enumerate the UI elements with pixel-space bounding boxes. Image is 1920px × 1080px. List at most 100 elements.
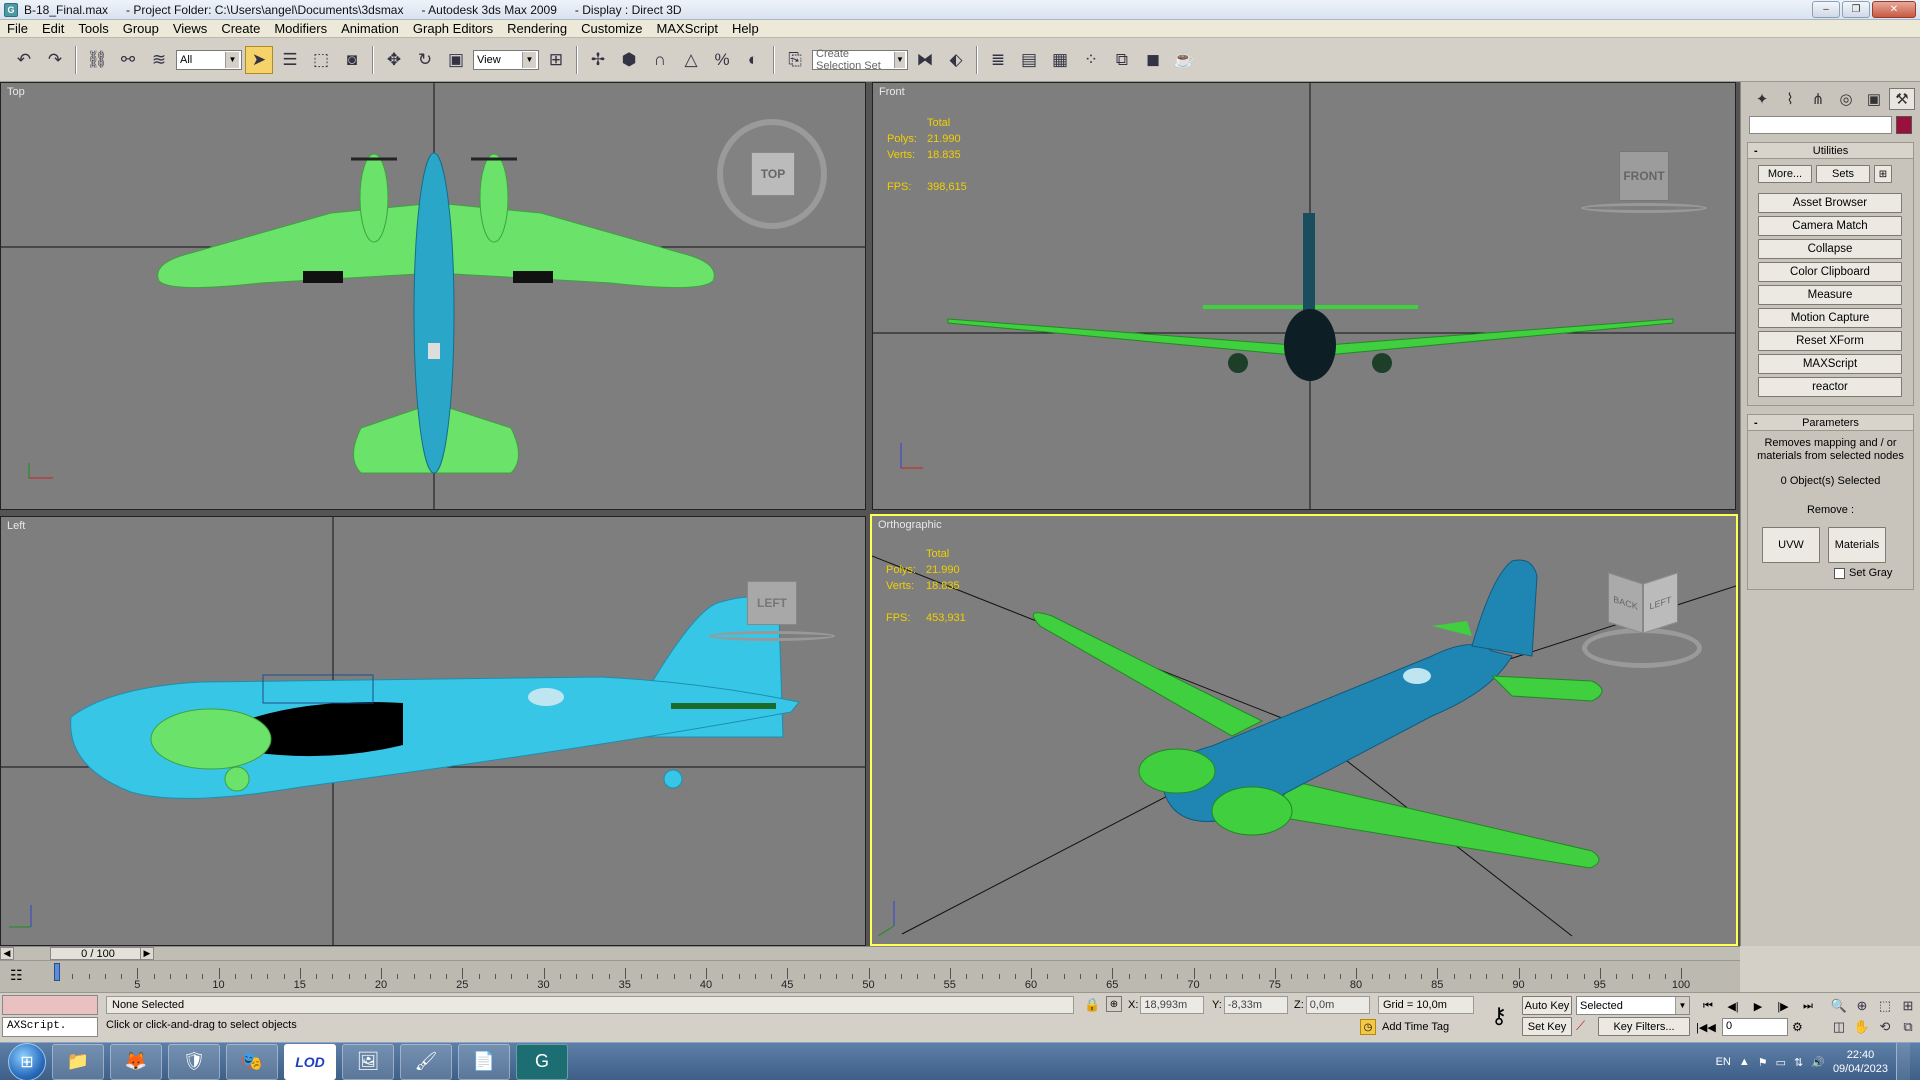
language-indicator[interactable]: EN <box>1716 1056 1731 1068</box>
select-manipulate-icon[interactable]: ✢ <box>584 46 612 74</box>
key-mode-toggle-icon[interactable]: |◀◀ <box>1696 1021 1718 1034</box>
time-slider-thumb[interactable]: 0 / 100 <box>50 947 146 960</box>
display-icon[interactable]: ▭ <box>1776 1056 1786 1069</box>
select-and-scale-icon[interactable]: ▣ <box>442 46 470 74</box>
viewport-top[interactable]: Top TOP <box>0 82 866 510</box>
go-to-start-icon[interactable]: ⏮ <box>1696 997 1720 1015</box>
flag-icon[interactable]: ⚑ <box>1758 1056 1768 1069</box>
curve-editor-mini-icon[interactable]: ☷ <box>10 967 32 985</box>
render-setup-icon[interactable]: ⧉ <box>1108 46 1136 74</box>
sets-button[interactable]: Sets <box>1816 165 1870 183</box>
absolute-mode-icon[interactable]: ⊕ <box>1106 996 1122 1012</box>
zoom-extents-icon[interactable]: ⬚ <box>1874 997 1896 1015</box>
selection-filter-dropdown[interactable]: All ▼ <box>176 49 242 70</box>
menu-views[interactable]: Views <box>166 21 214 36</box>
menu-edit[interactable]: Edit <box>35 21 71 36</box>
modify-tab-icon[interactable]: ⌇ <box>1777 88 1803 110</box>
coord-x-field[interactable]: 18,993m <box>1140 996 1205 1014</box>
track-bar[interactable]: ☷ 5 10 15 20 25 30 35 40 45 50 55 60 65 70 75 80 85 90 95 1… <box>0 960 1740 992</box>
orbit-icon[interactable]: ⟲ <box>1874 1018 1896 1036</box>
window-crossing-icon[interactable]: ◙ <box>338 46 366 74</box>
snaps-toggle-icon[interactable]: ∩ <box>646 46 674 74</box>
show-desktop-button[interactable] <box>1896 1043 1910 1080</box>
menu-rendering[interactable]: Rendering <box>500 21 574 36</box>
spinner-snap-icon[interactable]: ◐ <box>739 46 767 74</box>
default-in-out-tangent-icon[interactable]: ⟋ <box>1576 1018 1594 1035</box>
photo-viewer-icon[interactable]: 🖼 <box>342 1043 394 1080</box>
coord-z-field[interactable]: 0,0m <box>1305 996 1370 1014</box>
time-configuration-icon[interactable]: ⚙ <box>1792 1020 1810 1034</box>
percent-snap-icon[interactable]: % <box>708 46 736 74</box>
curve-editor-icon[interactable]: ▤ <box>1015 46 1043 74</box>
menu-tools[interactable]: Tools <box>71 21 115 36</box>
hierarchy-tab-icon[interactable]: ⋔ <box>1805 88 1831 110</box>
object-color-swatch[interactable] <box>1896 116 1912 134</box>
motion-tab-icon[interactable]: ◎ <box>1833 88 1859 110</box>
render-production-icon[interactable]: ☕ <box>1170 46 1198 74</box>
start-button[interactable]: ⊞ <box>8 1042 46 1080</box>
current-frame-field[interactable]: 0 <box>1722 1018 1788 1036</box>
go-to-end-icon[interactable]: ⏭ <box>1796 997 1820 1015</box>
viewport-front[interactable]: Front Total Polys: 21.990 Verts: 18.835 FP… <box>872 82 1736 510</box>
pan-view-icon[interactable]: ✋ <box>1851 1018 1873 1036</box>
viewport-orthographic[interactable]: Orthographic Total Polys: 21.990 Verts: 18… <box>870 514 1738 946</box>
time-slider-next-icon[interactable]: ▶ <box>140 947 154 960</box>
menu-maxscript[interactable]: MAXScript <box>650 21 725 36</box>
select-and-move-icon[interactable]: ✥ <box>380 46 408 74</box>
viewport-label[interactable]: Top <box>7 86 25 98</box>
set-key-icon[interactable]: ⚷ <box>1484 1001 1514 1031</box>
maximize-viewport-icon[interactable]: ⧉ <box>1897 1018 1919 1036</box>
next-frame-icon[interactable]: |▶ <box>1771 997 1795 1015</box>
utilities-rollout-header[interactable]: - Utilities <box>1748 143 1913 159</box>
maxscript-listener-top[interactable] <box>2 995 98 1015</box>
bind-space-warp-icon[interactable]: ≋ <box>145 46 173 74</box>
utility-motion-capture-button[interactable]: Motion Capture <box>1758 308 1902 328</box>
menu-file[interactable]: File <box>0 21 35 36</box>
3dsmax-taskbar-icon[interactable]: G <box>516 1043 568 1080</box>
angle-snap-icon[interactable]: △ <box>677 46 705 74</box>
utility-camera-match-button[interactable]: Camera Match <box>1758 216 1902 236</box>
lod-app-icon[interactable]: LOD <box>284 1043 336 1080</box>
paint-app-icon[interactable]: 🖌 <box>400 1043 452 1080</box>
close-button[interactable]: ✕ <box>1872 1 1916 18</box>
viewcube-face[interactable]: TOP <box>751 152 795 196</box>
time-slider-prev-icon[interactable]: ◀ <box>0 947 14 960</box>
viewcube-face[interactable]: LEFT <box>1643 572 1678 634</box>
security-icon[interactable]: 🛡 <box>168 1043 220 1080</box>
add-time-tag[interactable]: ◷ Add Time Tag <box>1360 1019 1449 1035</box>
set-key-button[interactable]: Set Key <box>1522 1017 1572 1036</box>
utility-collapse-button[interactable]: Collapse <box>1758 239 1902 259</box>
keyboard-shortcut-override-icon[interactable]: ⬢ <box>615 46 643 74</box>
remove-materials-button[interactable]: Materials <box>1828 527 1886 563</box>
material-editor-icon[interactable]: ⁘ <box>1077 46 1105 74</box>
zoom-extents-all-icon[interactable]: ⊞ <box>1897 997 1919 1015</box>
time-slider[interactable]: ◀ 0 / 100 ▶ <box>0 946 1740 960</box>
named-selection-set-dropdown[interactable]: Create Selection Set ▼ <box>812 48 908 72</box>
object-name-field[interactable] <box>1749 116 1893 134</box>
viewcube-ring[interactable] <box>709 631 835 641</box>
more-button[interactable]: More... <box>1758 165 1812 183</box>
office-app-icon[interactable]: 📄 <box>458 1043 510 1080</box>
viewcube-3d[interactable]: BACK LEFT <box>1608 572 1678 636</box>
rendered-frame-window-icon[interactable]: ◼ <box>1139 46 1167 74</box>
layer-manager-icon[interactable]: ≣ <box>984 46 1012 74</box>
rectangular-selection-icon[interactable]: ⬚ <box>307 46 335 74</box>
viewport-label[interactable]: Front <box>879 86 905 98</box>
select-object-icon[interactable]: ➤ <box>245 45 273 74</box>
utility-reset-xform-button[interactable]: Reset XForm <box>1758 331 1902 351</box>
viewcube-face[interactable]: LEFT <box>747 581 797 625</box>
key-filters-button[interactable]: Key Filters... <box>1598 1017 1690 1036</box>
maxscript-mini-listener[interactable]: AXScript. <box>2 1017 98 1037</box>
select-by-name-icon[interactable]: ☰ <box>276 46 304 74</box>
menu-animation[interactable]: Animation <box>334 21 406 36</box>
menu-modifiers[interactable]: Modifiers <box>267 21 334 36</box>
tray-arrow-icon[interactable]: ▲ <box>1739 1056 1750 1068</box>
utility-maxscript-button[interactable]: MAXScript <box>1758 354 1902 374</box>
menu-help[interactable]: Help <box>725 21 766 36</box>
viewcube-face[interactable]: FRONT <box>1619 151 1669 201</box>
restore-button[interactable]: ❐ <box>1842 1 1870 18</box>
utility-reactor-button[interactable]: reactor <box>1758 377 1902 397</box>
firefox-icon[interactable]: 🦊 <box>110 1043 162 1080</box>
utility-color-clipboard-button[interactable]: Color Clipboard <box>1758 262 1902 282</box>
mirror-icon[interactable]: ⧓ <box>911 46 939 74</box>
